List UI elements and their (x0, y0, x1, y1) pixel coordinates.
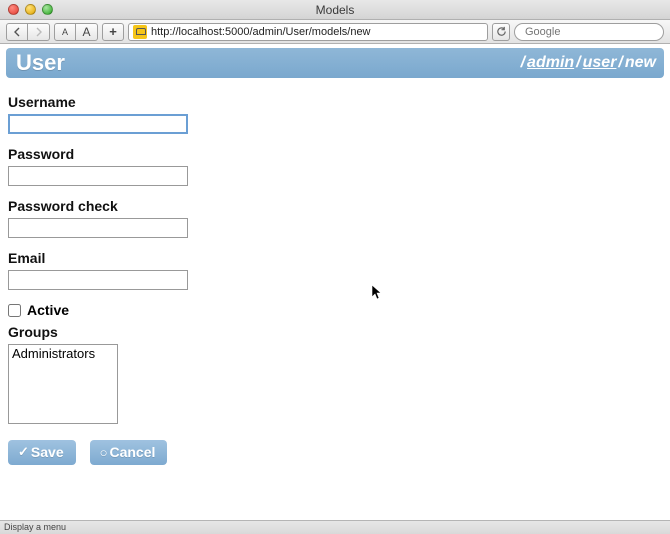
window-titlebar: Models (0, 0, 670, 20)
save-button-label: Save (31, 444, 64, 460)
email-label: Email (8, 250, 204, 266)
reload-button[interactable] (492, 23, 510, 41)
close-window-button[interactable] (8, 4, 19, 15)
groups-option[interactable]: Administrators (9, 345, 117, 362)
address-bar[interactable] (128, 23, 488, 41)
breadcrumb-new: new (625, 54, 656, 71)
browser-toolbar: A A + (0, 20, 670, 44)
page-content: User /admin/user/new Username Password P… (0, 44, 670, 465)
password-check-label: Password check (8, 198, 204, 214)
reload-icon (496, 26, 507, 37)
breadcrumb-sep: / (521, 54, 525, 71)
forward-button[interactable] (28, 23, 50, 41)
status-bar: Display a menu (0, 520, 670, 534)
zoom-window-button[interactable] (42, 4, 53, 15)
breadcrumb-sep: / (618, 54, 622, 71)
font-larger-button[interactable]: A (76, 23, 98, 41)
check-icon: ✓ (18, 444, 29, 460)
nav-buttons (6, 23, 50, 41)
back-button[interactable] (6, 23, 28, 41)
site-icon (133, 25, 147, 39)
cancel-icon: ○ (100, 445, 108, 460)
email-input[interactable] (8, 270, 188, 290)
groups-label: Groups (8, 324, 204, 340)
add-bookmark-button[interactable]: + (102, 23, 124, 41)
username-input[interactable] (8, 114, 188, 134)
chevron-left-icon (12, 27, 22, 37)
page-header: User /admin/user/new (6, 48, 664, 78)
breadcrumb-user[interactable]: user (583, 54, 617, 71)
page-title: User (16, 50, 65, 76)
save-button[interactable]: ✓ Save (8, 440, 76, 465)
traffic-lights (0, 4, 53, 15)
password-label: Password (8, 146, 204, 162)
url-input[interactable] (151, 26, 483, 38)
active-checkbox[interactable] (8, 304, 21, 317)
password-check-input[interactable] (8, 218, 188, 238)
cancel-button-label: Cancel (109, 444, 155, 460)
search-box[interactable] (514, 23, 664, 41)
status-text: Display a menu (4, 522, 66, 532)
active-label: Active (27, 302, 69, 318)
minimize-window-button[interactable] (25, 4, 36, 15)
font-smaller-button[interactable]: A (54, 23, 76, 41)
font-size-buttons: A A (54, 23, 98, 41)
window-title: Models (0, 3, 670, 17)
chevron-right-icon (34, 27, 44, 37)
user-form: Username Password Password check Email A… (6, 78, 206, 465)
active-row: Active (8, 302, 204, 318)
search-input[interactable] (525, 26, 667, 38)
breadcrumb-sep: / (576, 54, 580, 71)
password-input[interactable] (8, 166, 188, 186)
breadcrumb-admin[interactable]: admin (527, 54, 574, 71)
groups-select[interactable]: Administrators (8, 344, 118, 424)
cancel-button[interactable]: ○ Cancel (90, 440, 168, 465)
form-buttons: ✓ Save ○ Cancel (8, 440, 204, 465)
username-label: Username (8, 94, 204, 110)
breadcrumb: /admin/user/new (519, 54, 656, 72)
